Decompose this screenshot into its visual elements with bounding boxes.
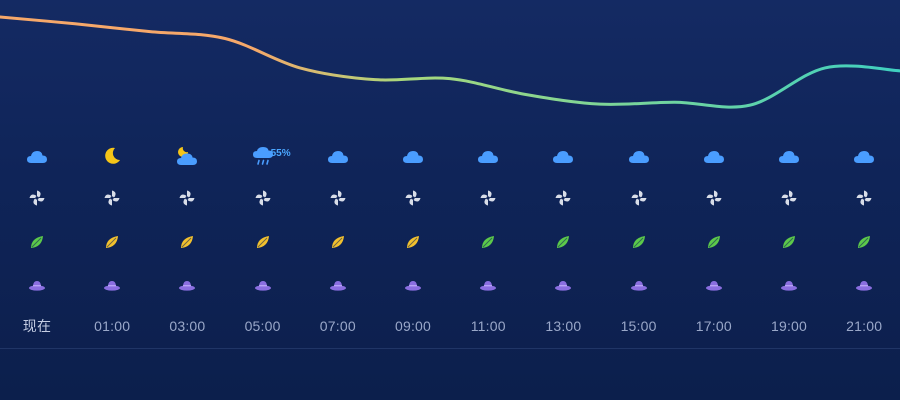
hour-label: 07:00 bbox=[319, 318, 356, 334]
hour-label: 15:00 bbox=[620, 318, 657, 334]
leaf-icon bbox=[228, 228, 298, 256]
hour-column: 07:00 bbox=[303, 130, 373, 350]
leaf-icon bbox=[378, 228, 448, 256]
pinwheel-icon bbox=[303, 184, 373, 212]
hat-icon bbox=[228, 272, 298, 300]
temperature-line bbox=[0, 15, 900, 109]
cloud-icon bbox=[378, 142, 448, 170]
hour-label: 现在 bbox=[22, 318, 52, 334]
hat-icon bbox=[303, 272, 373, 300]
pinwheel-icon bbox=[2, 184, 72, 212]
precip-chance: 55% bbox=[270, 148, 291, 159]
cloud-icon bbox=[604, 142, 674, 170]
hat-icon bbox=[77, 272, 147, 300]
cloud-icon bbox=[528, 142, 598, 170]
leaf-icon bbox=[829, 228, 899, 256]
hourly-forecast: 现在 01:00 03:00 55% 05:00 07:00 09:00 11:00 13:00… bbox=[0, 130, 900, 350]
leaf-icon bbox=[453, 228, 523, 256]
pinwheel-icon bbox=[528, 184, 598, 212]
hour-label: 01:00 bbox=[94, 318, 131, 334]
hour-label: 17:00 bbox=[695, 318, 732, 334]
hour-column: 17:00 bbox=[679, 130, 749, 350]
leaf-icon bbox=[604, 228, 674, 256]
hat-icon bbox=[152, 272, 222, 300]
moon-cloud-icon bbox=[152, 142, 222, 170]
hat-icon bbox=[604, 272, 674, 300]
hour-column: 15:00 bbox=[604, 130, 674, 350]
pinwheel-icon bbox=[77, 184, 147, 212]
hour-label: 19:00 bbox=[770, 318, 808, 334]
pinwheel-icon bbox=[604, 184, 674, 212]
hour-column: 03:00 bbox=[152, 130, 222, 350]
rain-cloud-icon: 55% bbox=[228, 142, 298, 170]
leaf-icon bbox=[754, 228, 824, 256]
pinwheel-icon bbox=[378, 184, 448, 212]
hat-icon bbox=[829, 272, 899, 300]
hour-column: 09:00 bbox=[378, 130, 448, 350]
leaf-icon bbox=[2, 228, 72, 256]
pinwheel-icon bbox=[453, 184, 523, 212]
hour-label: 05:00 bbox=[244, 318, 281, 334]
hour-column: 55% 05:00 bbox=[228, 130, 298, 350]
hat-icon bbox=[754, 272, 824, 300]
cloud-icon bbox=[754, 142, 824, 170]
hat-icon bbox=[378, 272, 448, 300]
hour-label: 13:00 bbox=[545, 318, 582, 334]
moon-icon bbox=[77, 142, 147, 170]
cloud-icon bbox=[2, 142, 72, 170]
leaf-icon bbox=[77, 228, 147, 256]
hour-label: 11:00 bbox=[470, 318, 506, 334]
hour-column: 21:00 bbox=[829, 130, 899, 350]
hour-label: 21:00 bbox=[846, 318, 883, 334]
hat-icon bbox=[679, 272, 749, 300]
leaf-icon bbox=[679, 228, 749, 256]
hour-column: 01:00 bbox=[77, 130, 147, 350]
hour-column: 19:00 bbox=[754, 130, 824, 350]
temperature-curve bbox=[0, 15, 900, 109]
pinwheel-icon bbox=[829, 184, 899, 212]
leaf-icon bbox=[303, 228, 373, 256]
hour-label: 09:00 bbox=[394, 318, 432, 334]
pinwheel-icon bbox=[754, 184, 824, 212]
cloud-icon bbox=[829, 142, 899, 170]
pinwheel-icon bbox=[152, 184, 222, 212]
hat-icon bbox=[2, 272, 72, 300]
pinwheel-icon bbox=[679, 184, 749, 212]
leaf-icon bbox=[152, 228, 222, 256]
divider bbox=[0, 348, 900, 349]
hat-icon bbox=[453, 272, 523, 300]
hour-column: 13:00 bbox=[528, 130, 598, 350]
cloud-icon bbox=[303, 142, 373, 170]
hour-label: 03:00 bbox=[169, 318, 206, 334]
cloud-icon bbox=[453, 142, 523, 170]
hour-column: 现在 bbox=[2, 130, 72, 350]
hour-column: 11:00 bbox=[453, 130, 523, 350]
cloud-icon bbox=[679, 142, 749, 170]
leaf-icon bbox=[528, 228, 598, 256]
hat-icon bbox=[528, 272, 598, 300]
pinwheel-icon bbox=[228, 184, 298, 212]
